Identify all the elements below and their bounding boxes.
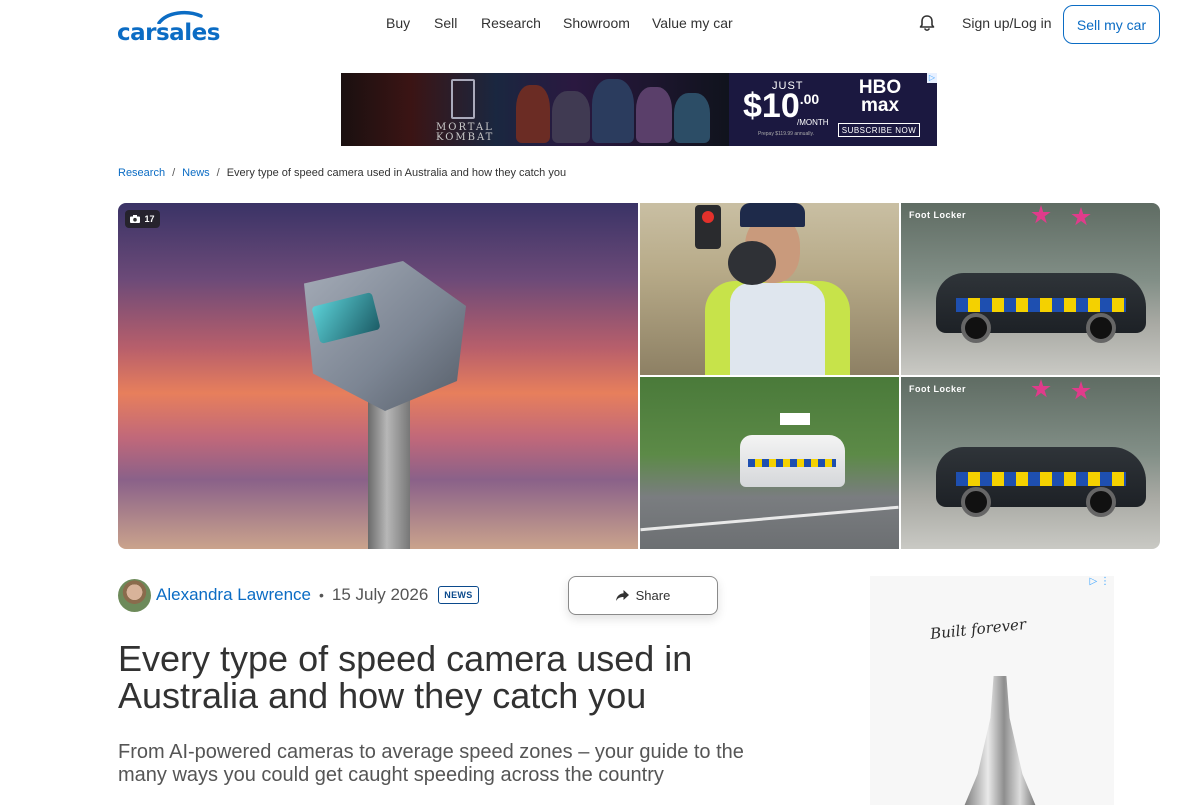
gallery-main-image[interactable]: 17 — [118, 203, 638, 549]
gallery-thumb-police-car-2[interactable]: Foot Locker — [901, 377, 1160, 549]
share-arrow-icon — [615, 590, 629, 601]
logo-text: carsales — [117, 20, 220, 46]
news-badge: NEWS — [438, 586, 479, 604]
gallery-thumb-officer[interactable] — [640, 203, 899, 375]
ad-characters-image — [506, 77, 716, 143]
nav-buy[interactable]: Buy — [386, 15, 410, 31]
nav-showroom[interactable]: Showroom — [563, 15, 630, 31]
ad-poster-title: MORTAL KOMBAT — [436, 122, 495, 143]
store-sign: Foot Locker — [909, 210, 967, 220]
breadcrumb-news[interactable]: News — [182, 167, 210, 179]
ad-signature: Built forever — [929, 615, 1027, 643]
ad-product-image — [960, 676, 1040, 805]
byline-separator: • — [318, 587, 324, 603]
sell-my-car-button[interactable]: Sell my car — [1063, 5, 1160, 44]
publish-date: 15 July 2026 — [331, 585, 429, 604]
adchoices-icon[interactable]: ▷ ⋮ — [1090, 576, 1110, 587]
signin-link[interactable]: Sign up/Log in — [962, 15, 1052, 31]
breadcrumb-current: Every type of speed camera used in Austr… — [226, 167, 567, 179]
side-advertisement[interactable]: ▷ ⋮ Built forever — [870, 576, 1114, 805]
ad-subscribe-button[interactable]: SUBSCRIBE NOW — [838, 123, 920, 137]
gallery-thumb-police-car-1[interactable]: Foot Locker — [901, 203, 1160, 375]
nav-value-my-car[interactable]: Value my car — [652, 15, 733, 31]
ad-per-month: /MONTH — [797, 118, 829, 127]
article-subtitle: From AI-powered cameras to average speed… — [118, 741, 744, 786]
photo-count-badge: 17 — [125, 210, 160, 228]
photo-gallery[interactable]: 17 Foot Locker Foot Locker — [118, 203, 1160, 549]
adchoices-icon[interactable]: ▷ — [927, 73, 937, 83]
nav-sell[interactable]: Sell — [434, 15, 457, 31]
dragon-logo-icon — [451, 79, 475, 119]
breadcrumb-research[interactable]: Research — [118, 167, 165, 179]
ad-fine-print: Prepay $119.99 annually. — [758, 131, 814, 137]
bell-icon[interactable] — [917, 13, 937, 33]
top-advertisement[interactable]: MORTAL KOMBAT JUST $10.00 /MONTH Prepay … — [341, 73, 937, 146]
camera-icon — [130, 215, 141, 223]
site-header: carsales Buy Sell Research Showroom Valu… — [0, 0, 1200, 48]
carsales-logo[interactable]: carsales — [117, 8, 220, 46]
author-name[interactable]: Alexandra Lawrence — [156, 585, 311, 605]
article-title: Every type of speed camera used in Austr… — [118, 638, 693, 716]
ad-brand: HBO max — [858, 77, 902, 116]
gallery-thumb-roadside-car[interactable] — [640, 377, 899, 549]
breadcrumb: Research / News / Every type of speed camera… — [118, 167, 567, 179]
share-button[interactable]: Share — [568, 576, 718, 615]
store-sign: Foot Locker — [909, 384, 967, 394]
article-byline: Alexandra Lawrence • 15 July 2026 NEWS — [118, 578, 479, 612]
author-avatar[interactable] — [118, 578, 151, 612]
nav-research[interactable]: Research — [481, 15, 541, 31]
